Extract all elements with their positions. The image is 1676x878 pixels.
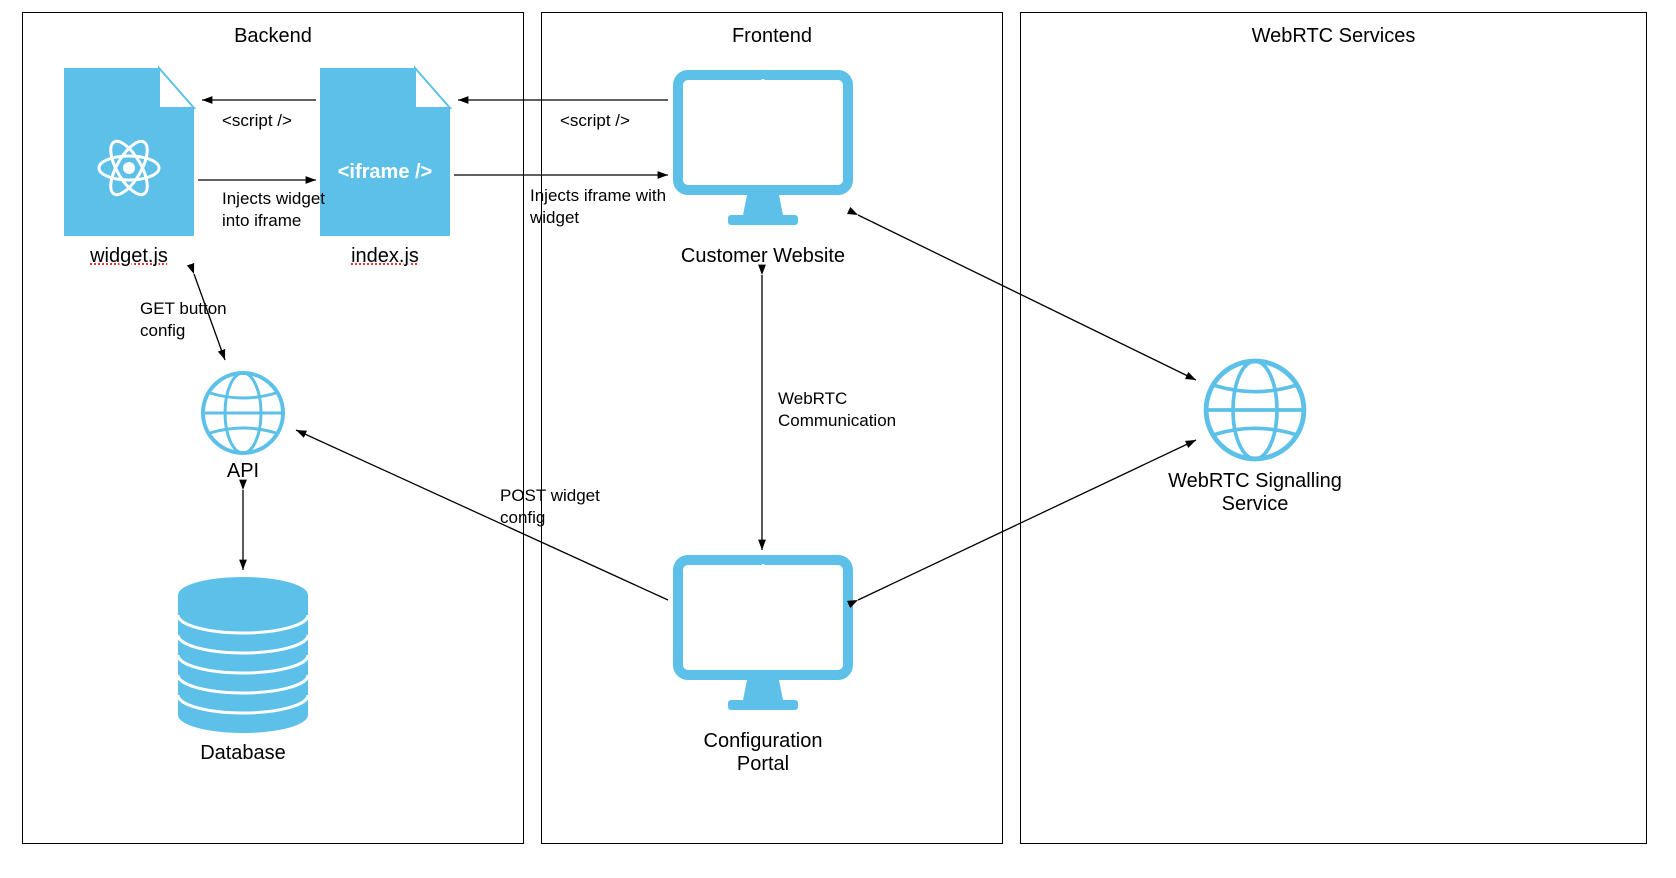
edge-injects-iframe: Injects widget into iframe bbox=[222, 188, 325, 232]
edge-webrtc-comm: WebRTC Communication bbox=[778, 388, 896, 432]
edge-post-widget: POST widget config bbox=[500, 485, 600, 529]
edge-script1: <script /> bbox=[222, 110, 292, 132]
edge-injects-widget: Injects iframe with widget bbox=[530, 185, 666, 229]
edge-script2: <script /> bbox=[560, 110, 630, 132]
edge-get-button: GET button config bbox=[140, 298, 227, 342]
diagram-canvas: Backend Frontend WebRTC Services widget.… bbox=[0, 0, 1676, 878]
